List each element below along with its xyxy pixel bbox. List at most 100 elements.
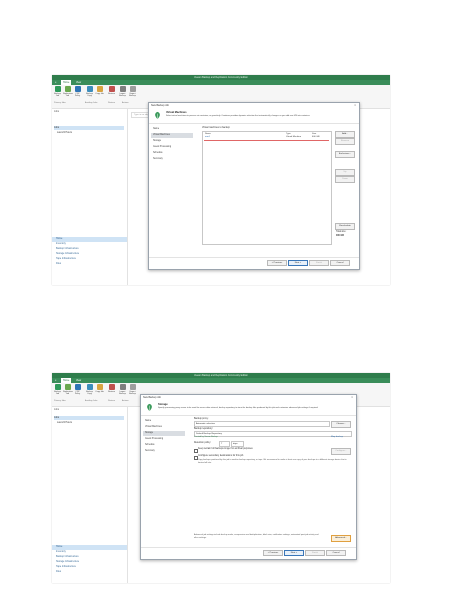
export-backup-button[interactable]: Export Backup: [128, 86, 137, 104]
cancel-button[interactable]: Cancel: [326, 549, 346, 556]
advanced-button[interactable]: Advanced...: [331, 535, 351, 542]
new-backup-job-dialog: New Backup Job × Storage Specify process…: [140, 394, 357, 560]
restore-icon: [108, 86, 115, 92]
map-backup-link[interactable]: Map backup: [331, 436, 343, 438]
ribbon-group-actions: Actions: [122, 400, 129, 402]
choose-proxy-button[interactable]: Choose...: [331, 421, 351, 428]
down-button[interactable]: Down: [335, 176, 355, 183]
backup-copy-icon: [86, 86, 93, 92]
finish-button[interactable]: Finish: [305, 549, 325, 556]
backup-proxy-field[interactable]: Automatic selection: [194, 421, 330, 427]
next-button[interactable]: Next >: [288, 259, 308, 266]
backup-copy-icon: [86, 384, 93, 390]
cdp-policy-icon: [74, 86, 81, 92]
leaf-icon: [147, 403, 152, 412]
step-summary[interactable]: Summary: [151, 157, 193, 162]
replication-job-icon: [64, 86, 71, 92]
nav-files[interactable]: Files: [52, 262, 127, 267]
tree-item-last-24-hours[interactable]: Last 24 Hours: [57, 131, 72, 135]
step-summary[interactable]: Summary: [143, 449, 185, 454]
app-title: Veeam Backup and Replication Community E…: [194, 76, 248, 79]
wizard-steps: Name Virtual Machines Storage Guest Proc…: [149, 124, 195, 257]
step-virtual-machines[interactable]: Virtual Machines: [151, 133, 193, 138]
cdp-policy-button[interactable]: CDP Policy: [73, 86, 82, 104]
vm-list-label: Virtual machines to backup:: [202, 127, 231, 129]
recalculate-button[interactable]: Recalculate: [335, 223, 355, 230]
navigation-pane: Jobs Jobs Last 24 Hours Home Inventory B…: [52, 407, 128, 583]
nav-home[interactable]: Home: [52, 237, 127, 242]
retention-unit-select[interactable]: days: [231, 441, 244, 447]
nav-backup-infrastructure[interactable]: Backup Infrastructure: [52, 247, 127, 252]
tree-item-jobs[interactable]: Jobs: [54, 126, 124, 130]
nav-backup-infrastructure[interactable]: Backup Infrastructure: [52, 555, 127, 560]
configure-gfs-button[interactable]: Configure...: [331, 448, 351, 455]
cancel-button[interactable]: Cancel: [330, 259, 350, 266]
column-type: Type: [286, 132, 291, 135]
vm-name: arm1: [205, 136, 210, 138]
table-row[interactable]: arm1 Virtual Machine 400 GB: [204, 136, 329, 141]
backup-repository-label: Backup repository:: [194, 428, 214, 430]
nav-storage-infrastructure[interactable]: Storage Infrastructure: [52, 252, 127, 257]
up-button[interactable]: Up: [335, 169, 355, 176]
dialog-footer-divider: [141, 547, 356, 548]
step-title: Virtual Machines: [166, 111, 187, 114]
keep-full-backups-label: Keep certain full backups longer for arc…: [198, 448, 253, 450]
dialog-header: Storage Specify processing proxy server …: [141, 400, 356, 416]
dialog-header: Virtual Machines Select virtual machines…: [149, 108, 359, 124]
add-button[interactable]: Add...: [335, 131, 355, 138]
previous-button[interactable]: < Previous: [267, 259, 287, 266]
export-backup-button[interactable]: Export Backup: [128, 384, 137, 402]
nav-header: Jobs: [54, 110, 60, 113]
backup-job-icon: [54, 384, 61, 390]
column-size: Size: [312, 132, 317, 135]
dialog-body: Backup proxy: Automatic selection Choose…: [191, 416, 354, 547]
tree-item-last-24-hours[interactable]: Last 24 Hours: [57, 421, 72, 425]
step-title: Storage: [158, 403, 168, 406]
app-title: Veeam Backup and Replication Community E…: [194, 374, 248, 377]
secondary-destinations-note: Copy backups produced by this job to ano…: [198, 459, 347, 464]
restore-icon: [108, 384, 115, 390]
nav-inventory[interactable]: Inventory: [52, 550, 127, 555]
ribbon-group-restore: Restore: [108, 400, 116, 402]
dialog-body: Virtual machines to backup: Name Type Si…: [199, 124, 357, 257]
total-size-label: Total size:: [336, 231, 347, 233]
step-virtual-machines[interactable]: Virtual Machines: [143, 425, 185, 430]
import-backup-icon: [119, 384, 126, 390]
screenshot-virtual-machines-step: Veeam Backup and Replication Community E…: [52, 75, 390, 285]
vm-grid[interactable]: Name Type Size arm1 Virtual Machine 400 …: [202, 131, 332, 245]
wizard-steps: Name Virtual Machines Storage Guest Proc…: [141, 416, 187, 547]
cdp-policy-icon: [74, 384, 81, 390]
vm-size: 400 GB: [312, 136, 320, 138]
nav-tape-infrastructure[interactable]: Tape Infrastructure: [52, 257, 127, 262]
step-storage[interactable]: Storage: [151, 139, 193, 144]
nav-storage-infrastructure[interactable]: Storage Infrastructure: [52, 560, 127, 565]
step-schedule[interactable]: Schedule: [143, 443, 185, 448]
exclusions-button[interactable]: Exclusions...: [335, 151, 355, 158]
step-storage[interactable]: Storage: [143, 431, 185, 436]
step-schedule[interactable]: Schedule: [151, 151, 193, 156]
screenshot-storage-step: Veeam Backup and Replication Community E…: [52, 373, 390, 583]
nav-inventory[interactable]: Inventory: [52, 242, 127, 247]
ribbon-group-primary: Primary Jobs: [54, 102, 66, 104]
new-backup-job-dialog: New Backup Job × Virtual Machines Select…: [148, 102, 360, 270]
remove-button[interactable]: Remove: [335, 138, 355, 145]
tree-item-jobs[interactable]: Jobs: [54, 416, 124, 420]
step-name[interactable]: Name: [151, 127, 193, 132]
ribbon-group-auxiliary: Auxiliary Jobs: [85, 400, 98, 402]
nav-files[interactable]: Files: [52, 570, 127, 575]
step-guest-processing[interactable]: Guest Processing: [143, 437, 185, 442]
step-name[interactable]: Name: [143, 419, 185, 424]
step-description: Select virtual machines to process via c…: [166, 115, 310, 117]
retention-value-field[interactable]: 7: [219, 441, 230, 447]
export-backup-icon: [129, 384, 136, 390]
previous-button[interactable]: < Previous: [263, 549, 283, 556]
ribbon-group-actions: Actions: [122, 102, 129, 104]
import-backup-icon: [119, 86, 126, 92]
nav-tape-infrastructure[interactable]: Tape Infrastructure: [52, 565, 127, 570]
step-guest-processing[interactable]: Guest Processing: [151, 145, 193, 150]
ribbon-group-primary: Primary Jobs: [54, 400, 66, 402]
cdp-policy-button[interactable]: CDP Policy: [73, 384, 82, 402]
nav-home[interactable]: Home: [52, 545, 127, 550]
next-button[interactable]: Next >: [284, 549, 304, 556]
finish-button[interactable]: Finish: [309, 259, 329, 266]
